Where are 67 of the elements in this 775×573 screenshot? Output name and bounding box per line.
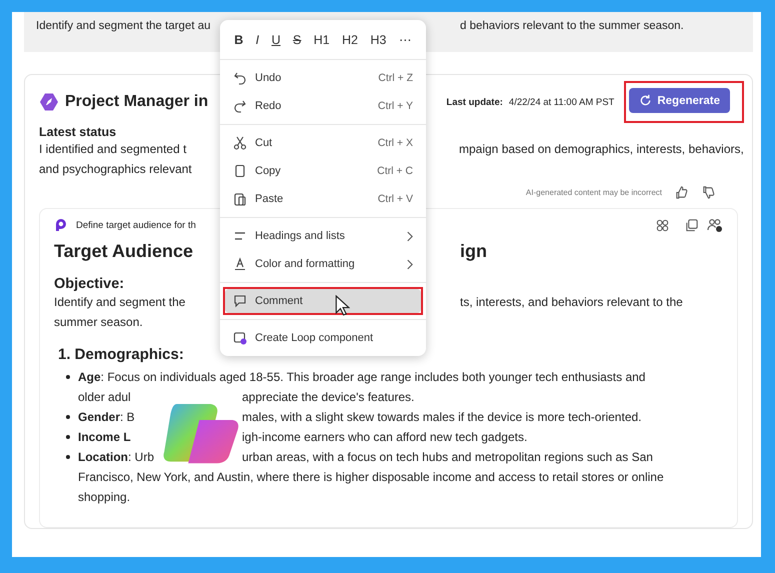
bullet-text: Age: Focus on individuals aged 18-55. This broader age range includes both younger tech enthusiasts and	[78, 369, 646, 386]
bullet-text: Location: Urb	[78, 449, 152, 466]
bullet-text: Gender: B	[78, 409, 136, 426]
format-button[interactable]: U	[268, 30, 284, 49]
source-text: Define target audience for th	[76, 220, 196, 230]
status-text: I identified and segmented t	[39, 141, 188, 158]
status-text: and psychographics relevant	[39, 161, 192, 178]
bullet-text: urban areas, with a focus on tech hubs and metropolitan regions such as San	[242, 449, 653, 466]
objective-heading: Objective:	[54, 276, 126, 292]
objective-text: ts, interests, and behaviors relevant to the	[460, 294, 683, 311]
objective-text: summer season.	[54, 314, 143, 331]
last-update-value: 4/22/24 at 11:00 AM PST	[508, 96, 614, 108]
refresh-icon	[639, 94, 652, 107]
regenerate-button[interactable]: Regenerate	[629, 88, 730, 113]
clipboard-icon	[233, 192, 247, 206]
document-heading: Target Audience	[54, 241, 194, 262]
format-button[interactable]: B	[231, 30, 246, 49]
hexagon-app-icon	[39, 92, 59, 112]
comment-icon	[233, 294, 247, 308]
status-heading: Latest status	[39, 125, 118, 139]
card-title: Project Manager in	[65, 93, 208, 111]
copy-icon[interactable]	[684, 218, 699, 232]
menu-item[interactable]: Comment	[225, 289, 421, 313]
thumbs-up-icon[interactable]	[674, 185, 689, 200]
bullet-text: males, with a slight skew towards males if the device is more tech-oriented.	[242, 409, 642, 426]
bullet-dot	[66, 375, 70, 379]
note-text: d behaviors relevant to the summer season.	[460, 20, 684, 32]
menu-item[interactable]: Create Loop component	[225, 326, 421, 350]
copy-icon	[233, 164, 247, 178]
menu-item[interactable]: Headings and lists	[225, 224, 421, 248]
bullet-text: older adul	[78, 389, 132, 406]
bullet-text: Income L	[78, 429, 132, 446]
people-icon[interactable]	[707, 217, 723, 233]
format-button[interactable]: S	[290, 30, 304, 49]
undo-icon	[233, 71, 247, 85]
menu-item[interactable]: Undo Ctrl + Z	[225, 66, 421, 90]
menu-item[interactable]: Color and formatting	[225, 252, 421, 276]
bullet-text: shopping.	[78, 489, 130, 506]
format-button[interactable]: H2	[339, 30, 361, 49]
menu-item[interactable]: Copy Ctrl + C	[225, 159, 421, 183]
format-button[interactable]: H3	[367, 30, 390, 49]
apps-icon[interactable]	[655, 218, 670, 232]
format-button[interactable]: ⋯	[396, 30, 415, 49]
redo-icon	[233, 99, 247, 113]
status-text: mpaign based on demographics, interests, behaviors,	[459, 141, 744, 158]
objective-text: Identify and segment the	[54, 294, 186, 311]
loop-logo-icon	[54, 218, 68, 232]
format-button[interactable]: I	[252, 30, 262, 49]
bullet-text: igh-income earners who can afford new tech gadgets.	[242, 429, 528, 446]
bullet-dot	[66, 415, 70, 419]
format-button[interactable]: H1	[310, 30, 333, 49]
scissors-icon	[233, 136, 247, 150]
menu-item[interactable]: Paste Ctrl + V	[225, 187, 421, 211]
thumbs-down-icon[interactable]	[701, 185, 716, 200]
note-text: Identify and segment the target au	[36, 20, 212, 32]
disclaimer-text: AI-generated content may be incorrect	[526, 188, 662, 197]
bullet-dot	[66, 455, 70, 459]
loop-component-icon	[233, 331, 247, 345]
cursor-icon	[335, 295, 350, 316]
menu-item[interactable]: Redo Ctrl + Y	[225, 94, 421, 118]
document-heading: ign	[460, 241, 487, 262]
menu-item[interactable]: Cut Ctrl + X	[225, 131, 421, 155]
bullet-text: appreciate the device's features.	[242, 389, 414, 406]
bullet-dot	[66, 435, 70, 439]
section-heading: 1. Demographics:	[58, 346, 185, 363]
bullet-text: Francisco, New York, and Austin, where there is higher disposable income and access to retail stores or online	[78, 469, 664, 486]
last-update-label: Last update:	[446, 96, 503, 108]
